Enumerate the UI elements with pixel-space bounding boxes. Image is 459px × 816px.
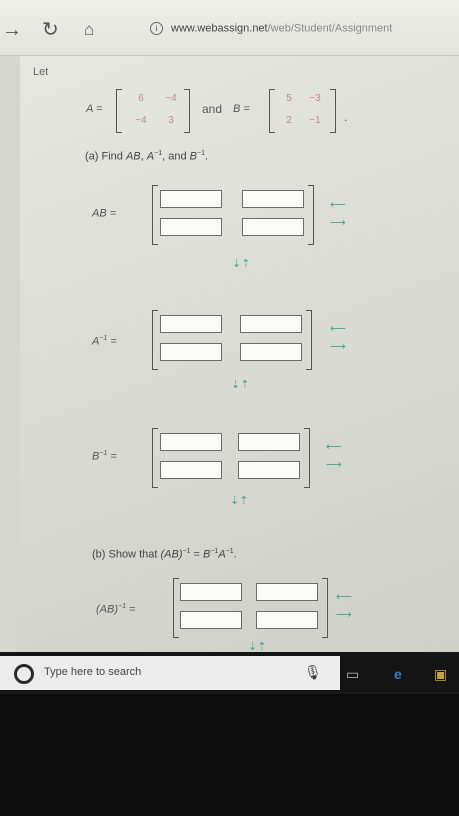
part-b-prefix: (b) Show that	[92, 548, 161, 561]
left-sidebar	[0, 56, 20, 656]
part-a-sup-b: −1	[196, 150, 205, 157]
matrix-a-left-bracket	[116, 89, 122, 133]
b-inverse-remove-column-arrow-icon[interactable]: ⟵	[326, 440, 342, 454]
taskbar-search-box[interactable]: Type here to search 🎙	[0, 656, 340, 690]
part-a-term-b: B	[189, 150, 197, 163]
a-inverse-add-column-arrow-icon[interactable]: ⟶	[330, 340, 346, 354]
answer-label-text: AB	[92, 207, 107, 220]
part-a-comma-2: , and	[162, 150, 190, 163]
b-inverse-cell-1-2-input[interactable]	[238, 433, 300, 451]
answer-label-text: (AB)	[96, 603, 118, 616]
matrix-b-cell: 2	[286, 115, 292, 126]
b-inverse-cell-2-2-input[interactable]	[238, 461, 300, 479]
b-inverse-row-resize-arrows-icon[interactable]: ⇣⇡	[230, 494, 248, 507]
part-b-lhs: (AB)	[160, 548, 183, 561]
store-icon[interactable]: ▣	[434, 666, 447, 683]
answer-b-inverse-right-bracket	[304, 428, 310, 488]
answer-ab-inverse-left-bracket	[173, 578, 179, 638]
microphone-icon[interactable]: 🎙	[304, 664, 322, 681]
a-inverse-row-resize-arrows-icon[interactable]: ⇣⇡	[231, 378, 249, 391]
part-a-sup-a: −1	[154, 150, 163, 157]
matrix-a-cell: −4	[165, 93, 177, 104]
ab-inverse-add-column-arrow-icon[interactable]: ⟶	[336, 608, 352, 622]
taskbar-search-placeholder: Type here to search	[44, 666, 142, 678]
ab-cell-1-2-input[interactable]	[242, 190, 304, 208]
part-a-prefix: (a) Find	[85, 150, 126, 163]
answer-label-sup: −1	[99, 335, 108, 342]
ab-inverse-cell-1-1-input[interactable]	[180, 583, 242, 601]
ab-add-column-arrow-icon[interactable]: ⟶	[330, 216, 346, 230]
task-view-icon[interactable]: ▭	[346, 666, 359, 683]
windows-taskbar: Type here to search 🎙 ▭ e ▣	[0, 652, 459, 692]
matrix-a-cell: 3	[168, 115, 174, 126]
trailing-period: .	[344, 110, 348, 124]
matrix-b-label: B =	[233, 103, 250, 115]
answer-b-inverse-left-bracket	[152, 428, 158, 488]
part-b-a-term: A	[218, 548, 226, 561]
matrix-b-cell: −3	[309, 93, 321, 104]
answer-ab-inverse-right-bracket	[322, 578, 328, 638]
b-inverse-add-column-arrow-icon[interactable]: ⟶	[326, 458, 342, 472]
matrix-a-right-bracket	[184, 89, 190, 133]
back-arrow-icon[interactable]: →	[2, 20, 22, 40]
part-a-period: .	[204, 150, 209, 163]
answer-equals: =	[109, 207, 117, 220]
answer-a-inverse-right-bracket	[306, 310, 312, 370]
cortana-icon[interactable]	[14, 664, 34, 684]
part-a-prompt: (a) Find AB, A−1, and B−1.	[85, 150, 208, 163]
answer-b-inverse-label: B−1 =	[92, 450, 117, 463]
answer-label-sup: −1	[118, 603, 126, 610]
part-b-prompt: (b) Show that (AB)−1 = B−1A−1.	[92, 548, 237, 561]
answer-equals: =	[110, 450, 117, 463]
url-host: www.webassign.net	[171, 22, 268, 35]
matrix-a-cell: 6	[138, 93, 144, 104]
ab-inverse-remove-column-arrow-icon[interactable]: ⟵	[336, 590, 352, 604]
info-icon[interactable]: i	[150, 22, 163, 35]
answer-equals: =	[110, 335, 117, 348]
address-bar[interactable]: i www.webassign.net/web/Student/Assignmen…	[150, 22, 459, 40]
matrix-a-label: A =	[86, 103, 103, 115]
answer-ab-inverse-label: (AB)−1 =	[96, 603, 135, 616]
photo-dark-border	[0, 694, 459, 816]
answer-ab-right-bracket	[308, 185, 314, 245]
screen: → ↻ ⌂ i www.webassign.net/web/Student/Ass…	[0, 0, 459, 692]
matrix-b-cell: −1	[309, 115, 321, 126]
b-inverse-cell-1-1-input[interactable]	[160, 433, 222, 451]
answer-equals: =	[129, 603, 136, 616]
ab-remove-column-arrow-icon[interactable]: ⟵	[330, 198, 346, 212]
a-inverse-cell-1-1-input[interactable]	[160, 315, 222, 333]
answer-a-inverse-left-bracket	[152, 310, 158, 370]
part-a-term-ab: AB	[125, 150, 141, 163]
browser-toolbar: → ↻ ⌂ i www.webassign.net/web/Student/Ass…	[0, 0, 459, 56]
ab-inverse-cell-1-2-input[interactable]	[256, 583, 318, 601]
ab-cell-2-1-input[interactable]	[160, 218, 222, 236]
a-inverse-cell-1-2-input[interactable]	[240, 315, 302, 333]
ab-row-resize-arrows-icon[interactable]: ⇣⇡	[232, 257, 250, 270]
matrix-b-right-bracket	[330, 89, 336, 133]
part-b-a-sup: −1	[225, 548, 234, 555]
a-inverse-cell-2-2-input[interactable]	[240, 343, 302, 361]
ab-cell-2-2-input[interactable]	[242, 218, 304, 236]
part-b-equals: =	[190, 548, 204, 561]
answer-ab-label: AB =	[92, 207, 116, 220]
url-path: /web/Student/Assignment	[267, 22, 393, 35]
ab-inverse-cell-2-1-input[interactable]	[180, 611, 242, 629]
ab-cell-1-1-input[interactable]	[160, 190, 222, 208]
matrix-b-left-bracket	[269, 89, 275, 133]
home-icon[interactable]: ⌂	[84, 20, 94, 40]
edge-icon[interactable]: e	[394, 666, 402, 682]
ab-inverse-cell-2-2-input[interactable]	[256, 611, 318, 629]
answer-ab-left-bracket	[152, 185, 158, 245]
intro-text: Let	[33, 66, 49, 78]
a-inverse-cell-2-1-input[interactable]	[160, 343, 222, 361]
answer-label-sup: −1	[99, 450, 108, 457]
a-inverse-remove-column-arrow-icon[interactable]: ⟵	[330, 322, 346, 336]
answer-a-inverse-label: A−1 =	[92, 335, 117, 348]
matrix-b-cell: 5	[286, 93, 292, 104]
matrix-a-cell: −4	[135, 115, 147, 126]
part-b-period: .	[233, 548, 237, 561]
b-inverse-cell-2-1-input[interactable]	[160, 461, 222, 479]
and-text: and	[202, 102, 223, 116]
refresh-icon[interactable]: ↻	[42, 20, 59, 40]
